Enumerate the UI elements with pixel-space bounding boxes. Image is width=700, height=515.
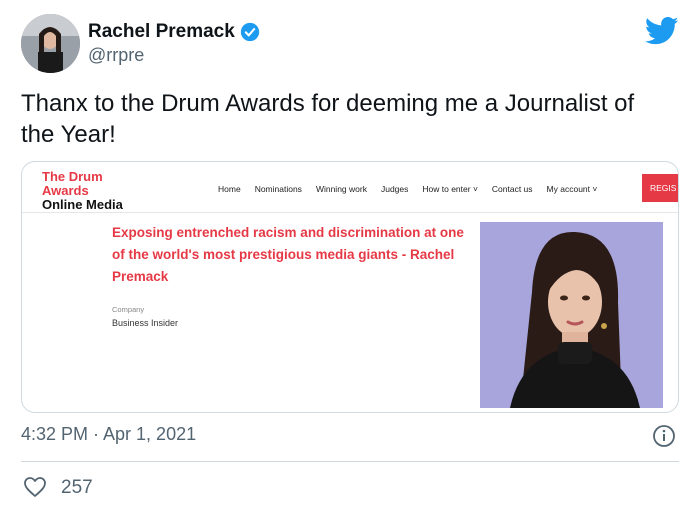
card-divider bbox=[22, 212, 678, 213]
drum-awards-logo: The Drum Awards Online Media bbox=[42, 170, 123, 212]
register-button: REGIS bbox=[642, 174, 678, 202]
tweet-text: Thanx to the Drum Awards for deeming me … bbox=[21, 90, 635, 148]
company-label: Company bbox=[112, 305, 145, 314]
tweet-timestamp[interactable]: 4:32 PM · Apr 1, 2021 bbox=[21, 424, 196, 445]
heart-icon[interactable] bbox=[23, 476, 47, 498]
avatar-image bbox=[21, 14, 80, 73]
embedded-image[interactable]: The Drum Awards Online Media Home Nomina… bbox=[21, 161, 679, 413]
logo-line-1: The Drum bbox=[42, 169, 103, 184]
winner-photo bbox=[480, 222, 663, 408]
nav-item-how-to-enter: How to enter ˅ bbox=[422, 184, 478, 194]
drum-nav: Home Nominations Winning work Judges How… bbox=[218, 184, 597, 194]
footer-divider bbox=[21, 461, 679, 462]
display-name[interactable]: Rachel Premack bbox=[88, 21, 235, 43]
company-value: Business Insider bbox=[112, 318, 179, 328]
display-name-row[interactable]: Rachel Premack bbox=[88, 21, 260, 43]
nav-item-home: Home bbox=[218, 184, 241, 194]
nav-item-nominations: Nominations bbox=[254, 184, 302, 194]
logo-line-3: Online Media bbox=[42, 197, 123, 212]
avatar[interactable] bbox=[21, 14, 80, 73]
info-icon[interactable] bbox=[652, 424, 676, 448]
winner-portrait bbox=[480, 222, 663, 408]
nav-item-judges: Judges bbox=[380, 184, 409, 194]
nav-item-contact-us: Contact us bbox=[491, 184, 533, 194]
award-headline: Exposing entrenched racism and discrimin… bbox=[112, 225, 464, 284]
like-count[interactable]: 257 bbox=[61, 477, 93, 499]
handle[interactable]: @rrpre bbox=[88, 45, 144, 66]
nav-item-winning-work: Winning work bbox=[315, 184, 367, 194]
verified-badge-icon bbox=[240, 22, 259, 42]
nav-item-my-account: My account ˅ bbox=[546, 184, 598, 194]
twitter-bird-icon[interactable] bbox=[645, 16, 679, 46]
logo-line-2: Awards bbox=[42, 183, 89, 198]
